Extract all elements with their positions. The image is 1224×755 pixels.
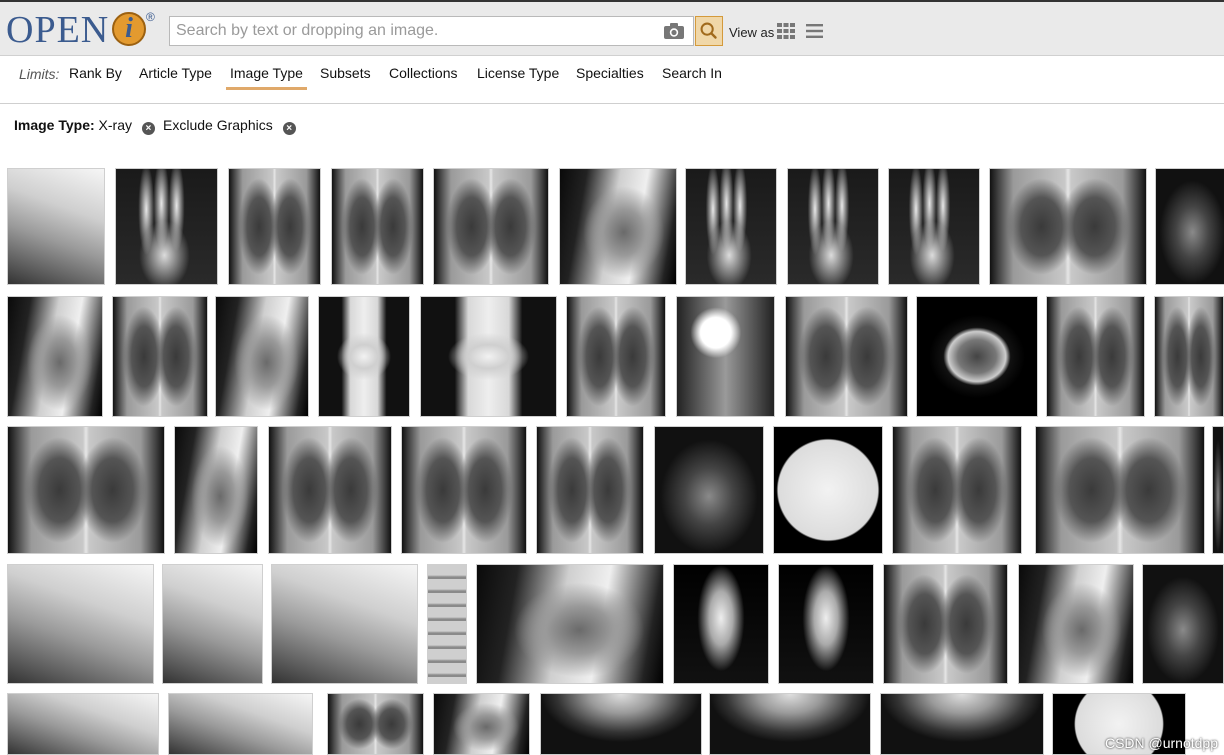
result-thumbnail[interactable] [559,168,677,285]
result-thumbnail[interactable] [115,168,218,285]
result-thumbnail[interactable] [566,296,666,417]
result-thumbnail[interactable] [540,693,702,755]
result-thumbnail[interactable] [1018,564,1134,684]
result-thumbnail[interactable] [787,168,879,285]
result-thumbnail[interactable] [271,564,418,684]
result-thumbnail[interactable] [1154,296,1224,417]
result-thumbnail[interactable] [228,168,321,285]
result-thumbnail[interactable] [318,296,410,417]
result-thumbnail[interactable] [7,296,103,417]
result-thumbnail[interactable] [7,168,105,285]
result-thumbnail[interactable] [433,168,549,285]
result-thumbnail[interactable] [673,564,769,684]
result-thumbnail[interactable] [989,168,1147,285]
result-thumbnail[interactable] [427,564,467,684]
result-thumbnail[interactable] [1046,296,1145,417]
result-thumbnail[interactable] [268,426,392,554]
result-thumbnail[interactable] [1212,426,1224,554]
results-grid [0,0,1224,755]
result-thumbnail[interactable] [676,296,775,417]
result-thumbnail[interactable] [778,564,874,684]
result-thumbnail[interactable] [1155,168,1224,285]
result-thumbnail[interactable] [892,426,1022,554]
result-thumbnail[interactable] [773,426,883,554]
result-thumbnail[interactable] [916,296,1038,417]
result-thumbnail[interactable] [401,426,527,554]
result-thumbnail[interactable] [112,296,208,417]
result-thumbnail[interactable] [880,693,1044,755]
result-thumbnail[interactable] [7,693,159,755]
result-thumbnail[interactable] [654,426,764,554]
result-thumbnail[interactable] [685,168,777,285]
result-thumbnail[interactable] [168,693,313,755]
result-thumbnail[interactable] [162,564,263,684]
result-thumbnail[interactable] [420,296,557,417]
result-thumbnail[interactable] [174,426,258,554]
result-thumbnail[interactable] [331,168,424,285]
result-thumbnail[interactable] [1035,426,1205,554]
result-thumbnail[interactable] [7,564,154,684]
result-thumbnail[interactable] [433,693,530,755]
result-thumbnail[interactable] [7,426,165,554]
result-thumbnail[interactable] [327,693,424,755]
result-thumbnail[interactable] [1142,564,1224,684]
result-thumbnail[interactable] [883,564,1008,684]
result-thumbnail[interactable] [785,296,908,417]
result-thumbnail[interactable] [709,693,871,755]
result-thumbnail[interactable] [536,426,644,554]
result-thumbnail[interactable] [476,564,664,684]
result-thumbnail[interactable] [888,168,980,285]
watermark-text: CSDN @urnotdpp [1104,735,1218,751]
result-thumbnail[interactable] [215,296,309,417]
